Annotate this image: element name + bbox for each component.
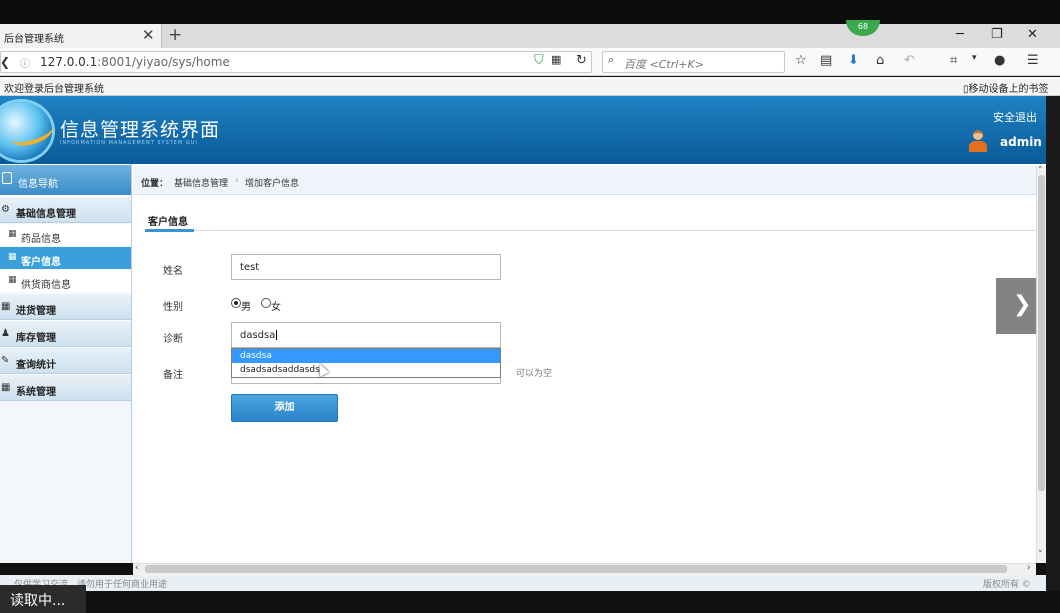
breadcrumb-separator: › <box>235 176 239 186</box>
close-window-button[interactable]: ✕ <box>1027 27 1038 42</box>
users-icon: ♟ <box>1 328 10 339</box>
sidebar-title: 信息导航 <box>18 179 58 190</box>
autocomplete-option-text: dasdsa <box>240 351 272 361</box>
grid-icon: ▦ <box>8 229 17 239</box>
tab-divider <box>145 230 1036 231</box>
grid-icon: ▦ <box>8 275 17 285</box>
sidebar-group-label: 基础信息管理 <box>16 209 76 220</box>
calendar-icon: ▦ <box>1 301 11 312</box>
edit-icon: ✎ <box>1 355 10 366</box>
sidebar-header: 信息导航 <box>0 165 131 195</box>
sidebar-group-label: 系统管理 <box>16 387 56 398</box>
crop-icon[interactable]: ⌗ <box>950 53 957 68</box>
horizontal-scroll-thumb[interactable] <box>145 565 1007 573</box>
tab-customer-info[interactable]: 客户信息 <box>148 213 188 228</box>
name-input-value: test <box>240 262 260 273</box>
sidebar-item-label: 客户信息 <box>21 257 61 268</box>
remark-label: 备注 <box>163 370 183 381</box>
restore-button[interactable]: ❐ <box>991 27 1003 42</box>
gender-male-label: 男 <box>241 302 251 313</box>
grid-icon: ▦ <box>8 252 17 262</box>
sidebar-item-medicine[interactable]: ▦ 药品信息 <box>0 224 131 246</box>
diagnosis-input-value: dasdsa <box>240 330 278 341</box>
url-text: 127.0.0.1:8001/yiyao/sys/home <box>40 55 230 69</box>
window-edge <box>1046 96 1060 591</box>
user-avatar-icon <box>967 128 989 152</box>
diagnosis-label: 诊断 <box>163 334 183 345</box>
sidebar-group-query[interactable]: ✎ 查询统计 <box>0 347 131 374</box>
autocomplete-option[interactable]: dasdsa <box>232 349 500 363</box>
gender-label: 性别 <box>163 302 183 313</box>
sidebar-item-supplier[interactable]: ▦ 供货商信息 <box>0 270 131 292</box>
bookmark-mobile[interactable]: ▯移动设备上的书签 <box>963 80 1049 95</box>
cloud-icon <box>2 172 12 184</box>
remark-hint: 可以为空 <box>516 369 553 379</box>
scroll-right-icon[interactable]: › <box>1027 563 1031 573</box>
scroll-left-icon[interactable]: ‹ <box>135 563 139 573</box>
vertical-scroll-thumb[interactable] <box>1038 175 1045 491</box>
tab-active-indicator <box>145 229 194 232</box>
browser-tab[interactable]: 后台管理系统 ✕ <box>0 24 162 48</box>
name-label: 姓名 <box>163 266 183 277</box>
home-icon[interactable]: ⌂ <box>876 53 884 68</box>
gears-icon: ⚙ <box>1 204 10 215</box>
sidebar-group-basic-info[interactable]: ⚙ 基础信息管理 <box>0 196 131 223</box>
breadcrumb-item[interactable]: 基础信息管理 <box>174 176 228 189</box>
autocomplete-option[interactable]: dsadsadsaddasds <box>232 363 500 377</box>
chat-icon[interactable]: ● <box>994 53 1005 68</box>
logout-link[interactable]: 安全退出 <box>993 109 1037 125</box>
chevron-right-icon: ❯ <box>1013 292 1032 317</box>
sidebar-group-label: 库存管理 <box>16 333 56 344</box>
scroll-down-icon[interactable]: ˅ <box>1038 550 1043 560</box>
info-icon[interactable]: ⓘ <box>20 55 30 70</box>
bookmark-star-icon[interactable]: ☆ <box>795 53 807 68</box>
bookmarks-bar <box>0 77 1060 96</box>
screen-top-bar <box>0 0 1060 24</box>
back-arrow-icon[interactable]: ❮ <box>0 55 10 69</box>
add-button[interactable]: 添加 <box>231 394 338 422</box>
system-title: 信息管理系统界面 <box>60 119 221 141</box>
autocomplete-option-text: dsadsadsaddasds <box>240 365 320 375</box>
shield-icon[interactable]: ⛉ <box>534 53 544 68</box>
dropdown-icon[interactable]: ▾ <box>972 53 977 63</box>
sidebar-item-label: 药品信息 <box>21 234 61 245</box>
name-input[interactable]: test <box>231 254 501 280</box>
username: admin <box>1000 135 1042 149</box>
tab-title: 后台管理系统 <box>4 34 64 45</box>
gender-female-radio[interactable] <box>261 298 271 308</box>
reload-icon[interactable]: ↻ <box>576 53 587 68</box>
sidebar-group-label: 查询统计 <box>16 360 56 371</box>
system-subtitle: INFORMATION MANAGEMENT SYSTEM GUI <box>60 140 198 146</box>
sidebar-item-label: 供货商信息 <box>21 280 71 291</box>
undo-icon[interactable]: ↶ <box>904 53 915 68</box>
download-icon[interactable]: ⬇ <box>848 53 859 68</box>
bookmark-welcome[interactable]: 欢迎登录后台管理系统 <box>4 80 104 95</box>
breadcrumb-label: 位置： <box>141 179 169 189</box>
tab-close-icon[interactable]: ✕ <box>142 26 155 44</box>
sidebar-group-inventory[interactable]: ♟ 库存管理 <box>0 320 131 347</box>
diagnosis-input[interactable]: dasdsa <box>231 322 501 348</box>
menu-icon[interactable]: ☰ <box>1027 53 1039 68</box>
breadcrumb-item[interactable]: 增加客户信息 <box>245 176 299 189</box>
reading-list-icon[interactable]: ▤ <box>820 53 832 68</box>
qr-code-icon[interactable]: ▦ <box>551 53 561 66</box>
new-tab-button[interactable]: + <box>168 25 182 45</box>
search-placeholder: 百度 <Ctrl+K> <box>624 58 704 71</box>
sidebar-group-purchase[interactable]: ▦ 进货管理 <box>0 293 131 320</box>
minimize-button[interactable]: ─ <box>956 27 964 42</box>
search-icon: ⌕ <box>608 53 615 66</box>
loading-status: 读取中... <box>10 593 66 609</box>
sidebar-group-system[interactable]: ▦ 系统管理 <box>0 374 131 401</box>
sidebar-group-label: 进货管理 <box>16 306 56 317</box>
calendar-icon: ▦ <box>1 382 11 393</box>
gender-female-label: 女 <box>271 302 281 313</box>
footer-copyright: 版权所有 © <box>983 580 1031 590</box>
sidebar-item-customer[interactable]: ▦ 客户信息 <box>0 247 131 269</box>
gender-male-radio[interactable] <box>231 298 241 308</box>
